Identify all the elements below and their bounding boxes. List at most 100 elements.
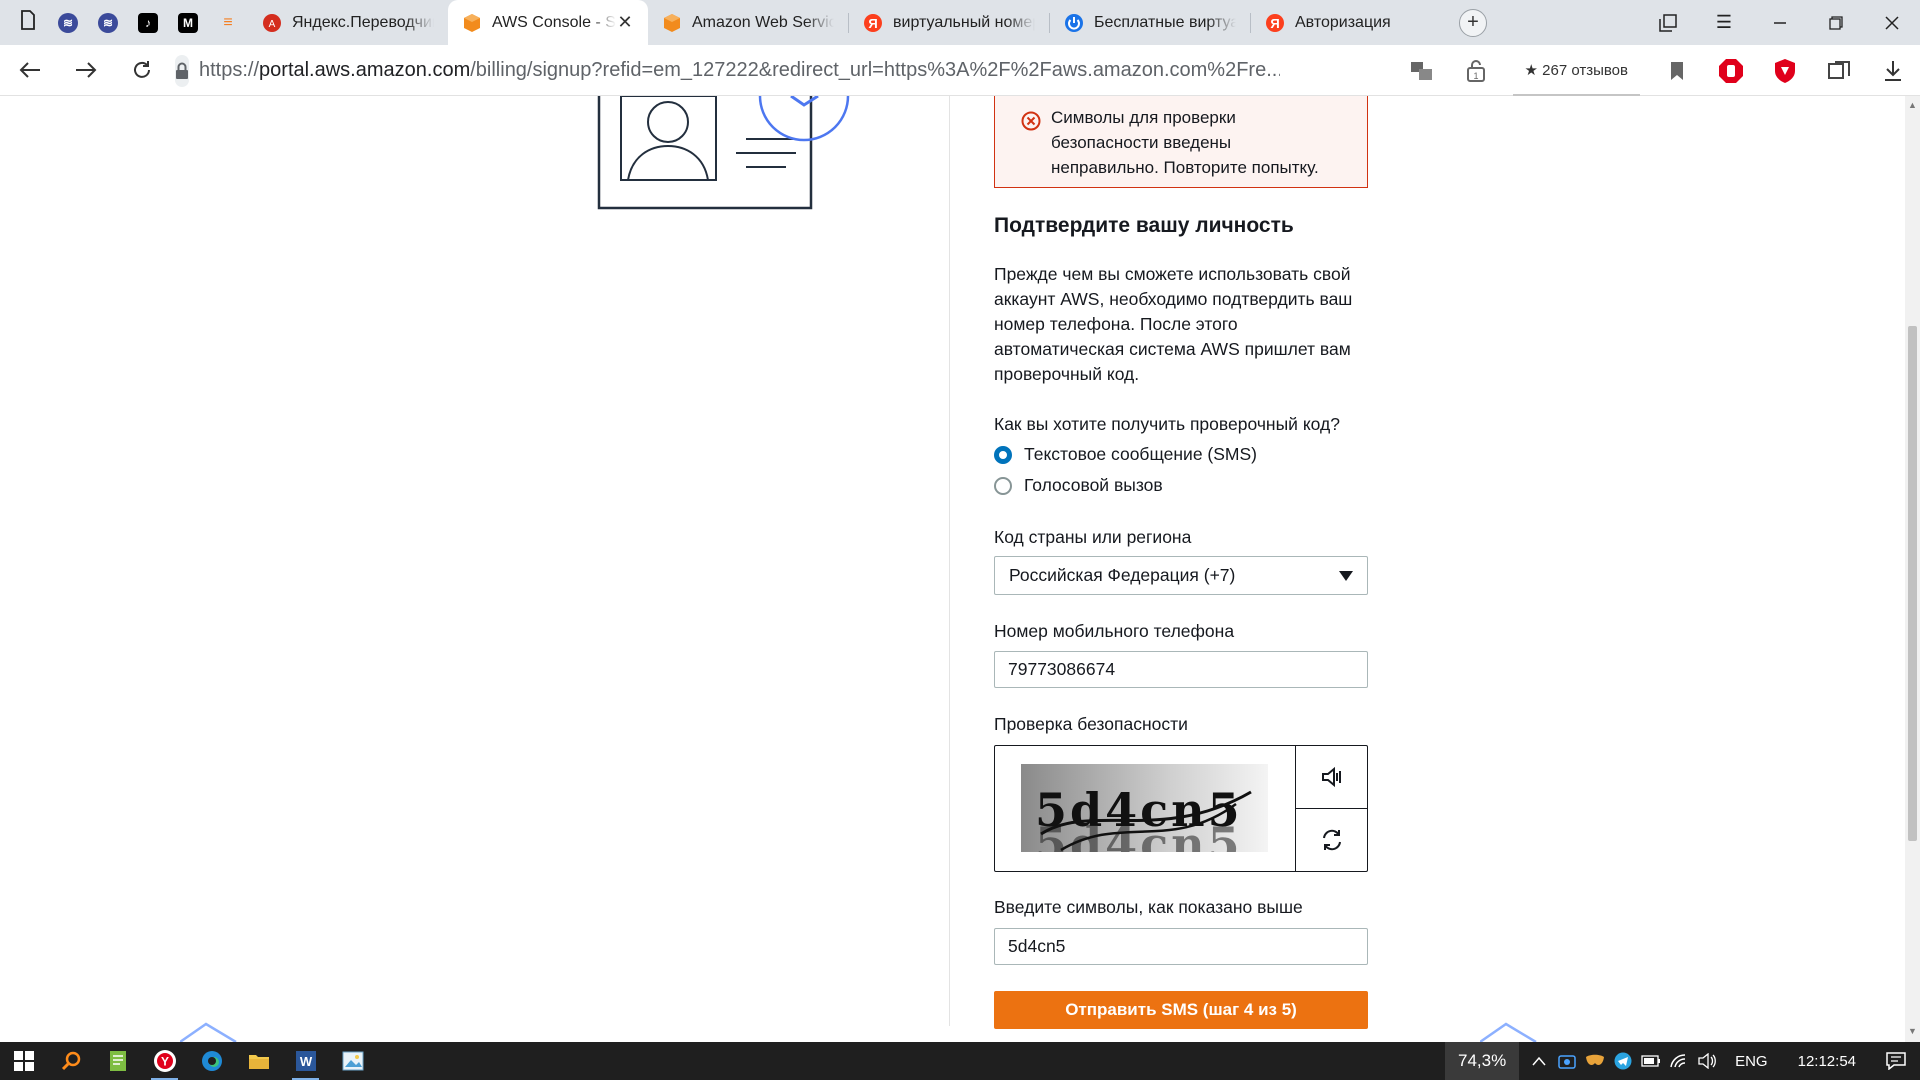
zoom-indicator[interactable]: 74,3% [1445,1042,1520,1080]
windows-taskbar: Y W 74,3% ENG 12:12:54 [0,1042,1920,1080]
volume-icon[interactable] [1693,1042,1721,1080]
tab-title: Бесплатные виртуал [1094,13,1236,31]
search-button[interactable] [47,1042,94,1080]
extension-lock-icon[interactable]: 1 [1449,45,1503,96]
chevron-up-icon[interactable] [1525,1042,1553,1080]
close-tab-icon[interactable]: ✕ [616,12,634,33]
tab-authorization[interactable]: Я Авторизация [1251,0,1451,45]
tab-title: Amazon Web Service [692,13,834,31]
pinned-tab-tiktok[interactable]: ♪ [128,0,168,45]
captcha-input-value: 5d4cn5 [1008,936,1066,956]
edge-icon [201,1051,222,1071]
battery-icon[interactable] [1637,1042,1665,1080]
phone-label: Номер мобильного телефона [994,621,1235,641]
svg-text:1: 1 [1473,71,1478,81]
pinned-tab-stackoverflow[interactable]: ≡ [208,0,248,45]
adblock-icon[interactable] [1704,45,1758,96]
pinned-tab-site-1[interactable]: ≋ [48,0,88,45]
restore-button[interactable] [1808,0,1864,45]
error-alert: Символы для проверки безопасности введен… [994,96,1368,188]
reviews-badge[interactable]: ★ 267 отзывов [1512,45,1640,96]
telegram-icon[interactable] [1609,1042,1637,1080]
send-sms-button[interactable]: Отправить SMS (шаг 4 из 5) [994,991,1368,1029]
aws-cube-icon [462,13,482,33]
taskbar-app-photos[interactable] [329,1042,376,1080]
page-scrollbar[interactable]: ▲ ▼ [1905,96,1920,1042]
close-window-button[interactable] [1864,0,1920,45]
captcha-input[interactable]: 5d4cn5 [994,928,1368,965]
input-language[interactable]: ENG [1721,1053,1782,1070]
yandex-translate-icon: A [262,13,282,33]
address-bar-actions: 1 ★ 267 отзывов [1395,45,1920,96]
address-bar: https://portal.aws.amazon.com/billing/si… [0,45,1920,96]
globe-stack-icon: ≋ [98,12,118,33]
radio-selected-icon[interactable] [994,445,1012,464]
stackoverflow-icon: ≡ [223,13,233,31]
radio-voice-call[interactable]: Голосовой вызов [994,475,1163,496]
radio-unselected-icon[interactable] [994,476,1012,495]
camera-app-icon[interactable] [1553,1042,1581,1080]
taskbar-app-yandex-browser[interactable]: Y [141,1042,188,1080]
start-button[interactable] [0,1042,47,1080]
new-tab-button[interactable]: + [1451,0,1495,45]
mask-app-icon[interactable] [1581,1042,1609,1080]
tab-aws-console[interactable]: AWS Console - Sig ✕ [448,0,648,45]
download-icon[interactable] [1866,45,1920,96]
photos-icon [342,1051,363,1071]
tiktok-icon: ♪ [138,12,158,33]
shield-icon[interactable] [1758,45,1812,96]
tabs-collection-icon[interactable] [1640,0,1696,45]
scrollbar-thumb[interactable] [1908,326,1917,841]
minimize-button[interactable] [1752,0,1808,45]
taskbar-clock[interactable]: 12:12:54 [1782,1053,1872,1070]
tab-amazon-web-services[interactable]: Amazon Web Service [648,0,848,45]
forward-button[interactable] [58,45,114,96]
yandex-browser-icon: Y [153,1050,176,1072]
url-field[interactable]: https://portal.aws.amazon.com/billing/si… [175,45,1280,96]
captcha-audio-button[interactable] [1296,746,1368,808]
tab-virtual-number[interactable]: Я виртуальный номер [849,0,1049,45]
captcha-refresh-button[interactable] [1296,808,1368,871]
wifi-icon[interactable] [1665,1042,1693,1080]
taskbar-app-edge[interactable] [188,1042,235,1080]
taskbar-app-notepad[interactable] [94,1042,141,1080]
pinned-tab-medium[interactable]: M [168,0,208,45]
notification-center-icon[interactable] [1872,1042,1920,1080]
url-path: /billing/signup?refid=em_127222&redirect… [470,59,1280,81]
notepad-icon [109,1051,126,1071]
radio-sms[interactable]: Текстовое сообщение (SMS) [994,444,1257,465]
url-host: portal.aws.amazon.com [259,59,471,81]
reload-button[interactable] [114,45,170,96]
captcha-box: 5d4cn5 5d4cn5 [994,745,1368,872]
decorative-triangle [180,1022,237,1042]
error-icon [1021,111,1041,131]
svg-text:A: A [269,19,276,30]
page-content: Символы для проверки безопасности введен… [0,96,1905,1042]
tab-title: Авторизация [1295,13,1391,31]
phone-input[interactable]: 79773086674 [994,651,1368,688]
pinned-tab-document[interactable] [8,0,48,45]
bookmark-icon[interactable] [1650,45,1704,96]
collections-icon[interactable] [1812,45,1866,96]
power-icon [1064,13,1084,33]
scroll-up-icon[interactable]: ▲ [1908,100,1917,110]
translate-icon[interactable] [1395,45,1449,96]
tab-yandex-translate[interactable]: A Яндекс.Переводчик [248,0,448,45]
method-question-label: Как вы хотите получить проверочный код? [994,414,1340,434]
folder-icon [248,1055,269,1069]
svg-text:W: W [299,1054,312,1069]
tab-title: AWS Console - Sig [492,13,616,31]
refresh-icon [1323,829,1341,851]
system-tray: 74,3% ENG 12:12:54 [1445,1042,1920,1080]
menu-icon[interactable]: ☰ [1696,0,1752,45]
scroll-down-icon[interactable]: ▼ [1908,1026,1917,1036]
tab-title: виртуальный номер [893,13,1035,31]
pinned-tab-site-2[interactable]: ≋ [88,0,128,45]
svg-text:Y: Y [160,1055,168,1069]
taskbar-app-explorer[interactable] [235,1042,282,1080]
back-button[interactable] [2,45,58,96]
taskbar-app-word[interactable]: W [282,1042,329,1080]
country-select[interactable]: Российская Федерация (+7) [994,556,1368,595]
tab-free-virtual[interactable]: Бесплатные виртуал [1050,0,1250,45]
lock-icon[interactable] [175,54,189,87]
